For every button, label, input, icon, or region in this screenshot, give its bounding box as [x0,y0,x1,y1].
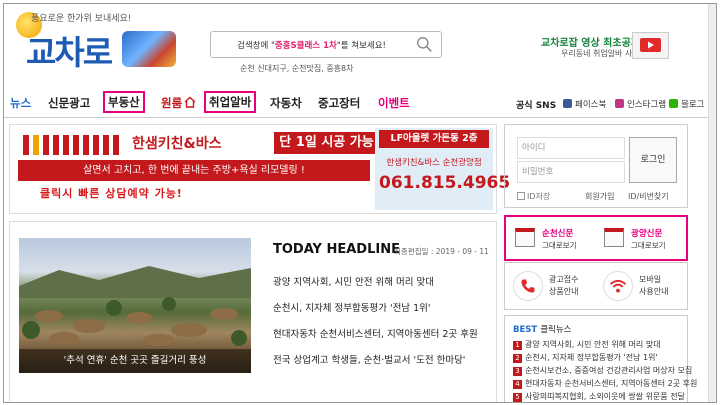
search-icon[interactable] [416,36,433,53]
site-logo[interactable]: 교차로 [26,26,113,74]
wifi-icon [603,271,633,301]
today-headline-section: '추석 연휴' 순천 곳곳 즐길거리 풍성 TODAY HEADLINE 최종편… [9,221,497,402]
service-links: 광고접수 상품안내 모바일 사용안내 [504,262,688,310]
best-news-item[interactable]: 4 현대자동차 순천서비스센터, 지역아동센터 2곳 후원 [513,378,697,389]
ad-store-info: LF아울렛 가든동 2층 한샘키친&바스 순천광양점 061.815.4965 [375,128,511,210]
search-keyword: 중흥S클래스 1차 [274,41,337,51]
outlet-phone: 061.815.4965 [379,173,511,193]
house-icon [184,96,196,108]
instagram-icon [615,99,624,108]
headline-item[interactable]: 광양 지역사회, 시민 안전 위해 머리 맞대 [273,274,434,288]
search-tags[interactable]: 순천 신대지구, 순천맛집, 중흥8차 [240,63,353,74]
logo-mascot-icon [122,31,176,67]
blog-icon [669,99,678,108]
phone-icon [513,271,543,301]
nav-item-real-estate[interactable]: 부동산 [103,91,145,113]
main-nav: 뉴스 신문광고 부동산 원룸 취업알바 자동차 중고장터 이벤트 공식 SNS … [4,90,716,118]
best-news-item[interactable]: 1 광양 지역사회, 시민 안전 위해 머리 맞대 [513,339,661,350]
sns-label: 공식 SNS [516,101,557,111]
scrollbar[interactable] [708,4,716,402]
blog-link[interactable]: 블로그 [669,98,704,110]
password-field[interactable]: 비밀번호 [517,161,625,183]
last-edit-date: 최종편집일 : 2019 - 09 - 11 [394,247,489,256]
search-placeholder: 검색창에 "중흥S클래스 1차"를 쳐보세요! [237,41,386,51]
ad-brand-tag: 단 1일 시공 가능 [274,132,379,154]
best-news-title: BEST 클릭뉴스 [513,325,572,335]
ad-brand: 한샘키친&바스 [132,136,222,152]
checkbox-icon [517,192,525,200]
search-input[interactable]: 검색창에 "중흥S클래스 1차"를 쳐보세요! [210,31,442,58]
logo-tagline: 풍요로운 한가위 보내세요! [31,14,132,24]
best-news-item[interactable]: 5 사랑의띠복지협회, 소외이웃에 쌍쌀 위문품 전달 [513,391,685,402]
today-headline-title: TODAY HEADLINE [273,242,400,257]
gwangyang-paper-link[interactable]: 광양신문 그대로보기 [596,217,686,259]
ad-submission-link[interactable]: 광고접수 상품안내 [505,263,597,309]
nav-item-jobs[interactable]: 취업알바 [204,91,257,113]
headline-item[interactable]: 현대자동차 순천서비스센터, 지역아동센터 2곳 후원 [273,326,478,340]
ad-banner[interactable]: 한샘키친&바스 단 1일 시공 가능 살면서 고치고, 한 번에 끝내는 주방+… [9,124,511,214]
facebook-link[interactable]: 페이스북 [563,98,606,110]
mobile-guide-link[interactable]: 모바일 사용안내 [597,263,687,309]
facebook-icon [563,99,572,108]
ad-message: 살면서 고치고, 한 번에 끝내는 주방+욕실 리모델링 ! [18,160,370,181]
headline-item[interactable]: 전국 상업계고 학생들, 순천·벌교서 '도전 한마당' [273,352,465,366]
newspaper-icon [515,228,535,247]
nav-item-oneroom[interactable]: 원룸 [161,95,196,111]
lf-brand-logo [23,135,119,155]
browser-frame: 풍요로운 한가위 보내세요! 교차로 검색창에 "중흥S클래스 1차"를 쳐보세… [3,3,717,403]
save-id-checkbox[interactable]: ID저장 [517,191,550,202]
nav-item-event[interactable]: 이벤트 [378,95,410,111]
nav-item-newspaper-ads[interactable]: 신문광고 [48,95,90,111]
outlet-name: 한샘키친&바스 순천광양점 [386,158,482,168]
join-link[interactable]: 회원가입 [585,191,614,202]
id-field[interactable]: 아이디 [517,137,625,159]
login-panel: 아이디 비밀번호 로그인 ID저장 회원가입 ID/비번찾기 [504,124,688,208]
newspaper-viewer-box: 순천신문 그대로보기 광양신문 그대로보기 [504,215,688,261]
ad-call-to-action[interactable]: 클릭시 빠른 상담예약 가능! [40,185,183,201]
nav-item-used-market[interactable]: 중고장터 [318,95,360,111]
best-news-item[interactable]: 2 순천시, 지자체 정부합동평가 '전남 1위' [513,352,658,363]
photo-caption: '추석 연휴' 순천 곳곳 즐길거리 풍성 [19,349,251,373]
instagram-link[interactable]: 인스타그램 [615,98,666,110]
best-news-panel: BEST 클릭뉴스 1 광양 지역사회, 시민 안전 위해 머리 맞대 2 순천시,… [504,315,697,402]
find-account-link[interactable]: ID/비번찾기 [628,191,669,202]
headline-photo[interactable]: '추석 연휴' 순천 곳곳 즐길거리 풍성 [19,238,251,373]
promo-title[interactable]: 교차로잡 영상 최초공개! [541,34,645,49]
login-button[interactable]: 로그인 [629,137,677,183]
best-news-item[interactable]: 3 순천시보건소, 중증여성 건강관리사업 머상자 모집 [513,365,692,376]
outlet-tag: LF아울렛 가든동 2층 [379,130,489,148]
suncheon-paper-link[interactable]: 순천신문 그대로보기 [506,217,596,259]
nav-item-news[interactable]: 뉴스 [10,95,31,111]
headline-item[interactable]: 순천시, 지자체 정부합동평가 '전남 1위' [273,300,430,314]
newspaper-icon [604,228,624,247]
video-play-icon[interactable] [632,32,669,59]
nav-item-cars[interactable]: 자동차 [270,95,302,111]
